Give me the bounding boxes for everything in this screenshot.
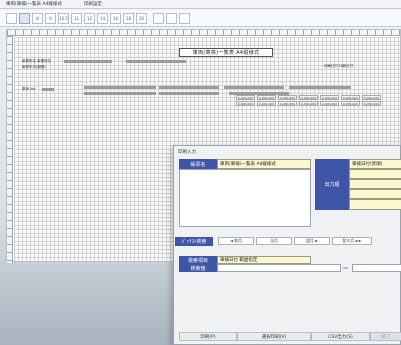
- row-field[interactable]: [224, 86, 284, 89]
- numeric-cell[interactable]: 0,000,000: [257, 101, 276, 106]
- report-title[interactable]: 車両(車検)一覧表 A4縦様式: [179, 48, 273, 57]
- search-value-label: 検索値: [179, 264, 217, 272]
- search-item-select[interactable]: 車検日付 範囲指定: [217, 256, 311, 264]
- output-order-5[interactable]: [349, 199, 401, 210]
- header-field[interactable]: [126, 60, 186, 63]
- toolbar-button[interactable]: [6, 12, 17, 24]
- search-value-to[interactable]: [352, 264, 401, 272]
- print-selected-button[interactable]: 選択印刷(V): [237, 332, 311, 341]
- toolbar: 8 9 10.5 11 12 14 16 18 20: [0, 10, 401, 27]
- toolbar-button[interactable]: 16: [110, 12, 121, 24]
- print-button[interactable]: 印刷(P): [179, 332, 237, 341]
- close-button[interactable]: 終了: [370, 332, 401, 341]
- window-title-bar: 車両(車検)一覧表 A4縦様式 印刷設定: [0, 0, 401, 9]
- numeric-cell[interactable]: 0,000,000: [362, 101, 381, 106]
- numeric-cell[interactable]: 0,000,000: [257, 95, 276, 100]
- numeric-cell[interactable]: 0,000,000: [320, 95, 339, 100]
- this-month-button[interactable]: 当月: [256, 237, 292, 245]
- toolbar-button[interactable]: 8: [32, 12, 43, 24]
- window-title: 車両(車検)一覧表 A4縦様式: [6, 2, 62, 7]
- numeric-cell[interactable]: 0,000,000: [278, 95, 297, 100]
- form-name-field[interactable]: 車両(車検)一覧表 A4縦様式: [217, 159, 311, 169]
- dialog-title: 印刷入力: [178, 150, 196, 155]
- row-field[interactable]: [84, 92, 156, 95]
- period-search-label: ﾊﾞｯﾁｽﾄ検索: [175, 237, 213, 246]
- row-field[interactable]: [84, 86, 156, 89]
- header-field[interactable]: [64, 60, 112, 63]
- numeric-cell[interactable]: 0,000,000: [236, 101, 255, 106]
- numeric-cell[interactable]: 0,000,000: [362, 95, 381, 100]
- search-value-from[interactable]: [217, 264, 341, 272]
- toolbar-button[interactable]: [153, 12, 164, 24]
- search-item-label: 検索項目: [179, 256, 217, 264]
- row-field[interactable]: [159, 92, 219, 95]
- next-month-button[interactable]: 翌月 ►: [294, 237, 330, 245]
- header-field-label: 事業所名 事業所名: [22, 59, 52, 63]
- form-name-label: 帳票名: [179, 159, 217, 169]
- toolbar-button[interactable]: [19, 12, 30, 24]
- output-order-label: 出力順: [315, 159, 349, 210]
- numeric-cell[interactable]: 0,000,000: [341, 101, 360, 106]
- output-order-4[interactable]: [349, 189, 401, 199]
- row-field[interactable]: [289, 86, 351, 89]
- toolbar-button[interactable]: 14: [97, 12, 108, 24]
- form-notes-area[interactable]: [179, 169, 311, 227]
- ruler-left: [7, 36, 13, 263]
- numeric-cell[interactable]: 0,000,000: [320, 101, 339, 106]
- print-dialog: 印刷入力 帳票名 車両(車検)一覧表 A4縦様式 出力順 車検日付(昇順) ﾊﾞ…: [173, 145, 401, 345]
- ruler-top: [7, 30, 400, 36]
- numeric-cell[interactable]: 0,000,000: [278, 101, 297, 106]
- toolbar-button[interactable]: 12: [84, 12, 95, 24]
- month-after-next-button[interactable]: 翌々月 ►►: [332, 237, 372, 245]
- numeric-cell[interactable]: 0,000,000: [299, 101, 318, 106]
- row-field[interactable]: [159, 86, 219, 89]
- row-field[interactable]: [42, 88, 54, 91]
- output-order-3[interactable]: [349, 179, 401, 189]
- numeric-cell[interactable]: 0,000,000: [299, 95, 318, 100]
- toolbar-button[interactable]: 10.5: [58, 12, 69, 24]
- output-order-1[interactable]: 車検日付(昇順): [349, 159, 401, 169]
- header-field-label: 事業年月(期間): [22, 65, 46, 69]
- toolbar-button[interactable]: 18: [123, 12, 134, 24]
- csv-export-button[interactable]: CSV出力(S): [311, 332, 370, 341]
- output-order-2[interactable]: [349, 169, 401, 179]
- row-label: 車両 No.: [22, 87, 36, 91]
- window-subtitle: 印刷設定: [83, 2, 102, 7]
- toolbar-button[interactable]: [179, 12, 190, 24]
- range-separator: ～: [343, 266, 349, 272]
- numeric-cell[interactable]: 0,000,000: [236, 95, 255, 100]
- prev-month-button[interactable]: ◄ 前月: [218, 237, 254, 245]
- toolbar-button[interactable]: 11: [71, 12, 82, 24]
- toolbar-button[interactable]: 9: [45, 12, 56, 24]
- numeric-cell[interactable]: 0,000,000: [341, 95, 360, 100]
- header-field-label: 印刷日付 印刷日付: [324, 64, 354, 68]
- toolbar-button[interactable]: 20: [136, 12, 147, 24]
- toolbar-button[interactable]: [166, 12, 177, 24]
